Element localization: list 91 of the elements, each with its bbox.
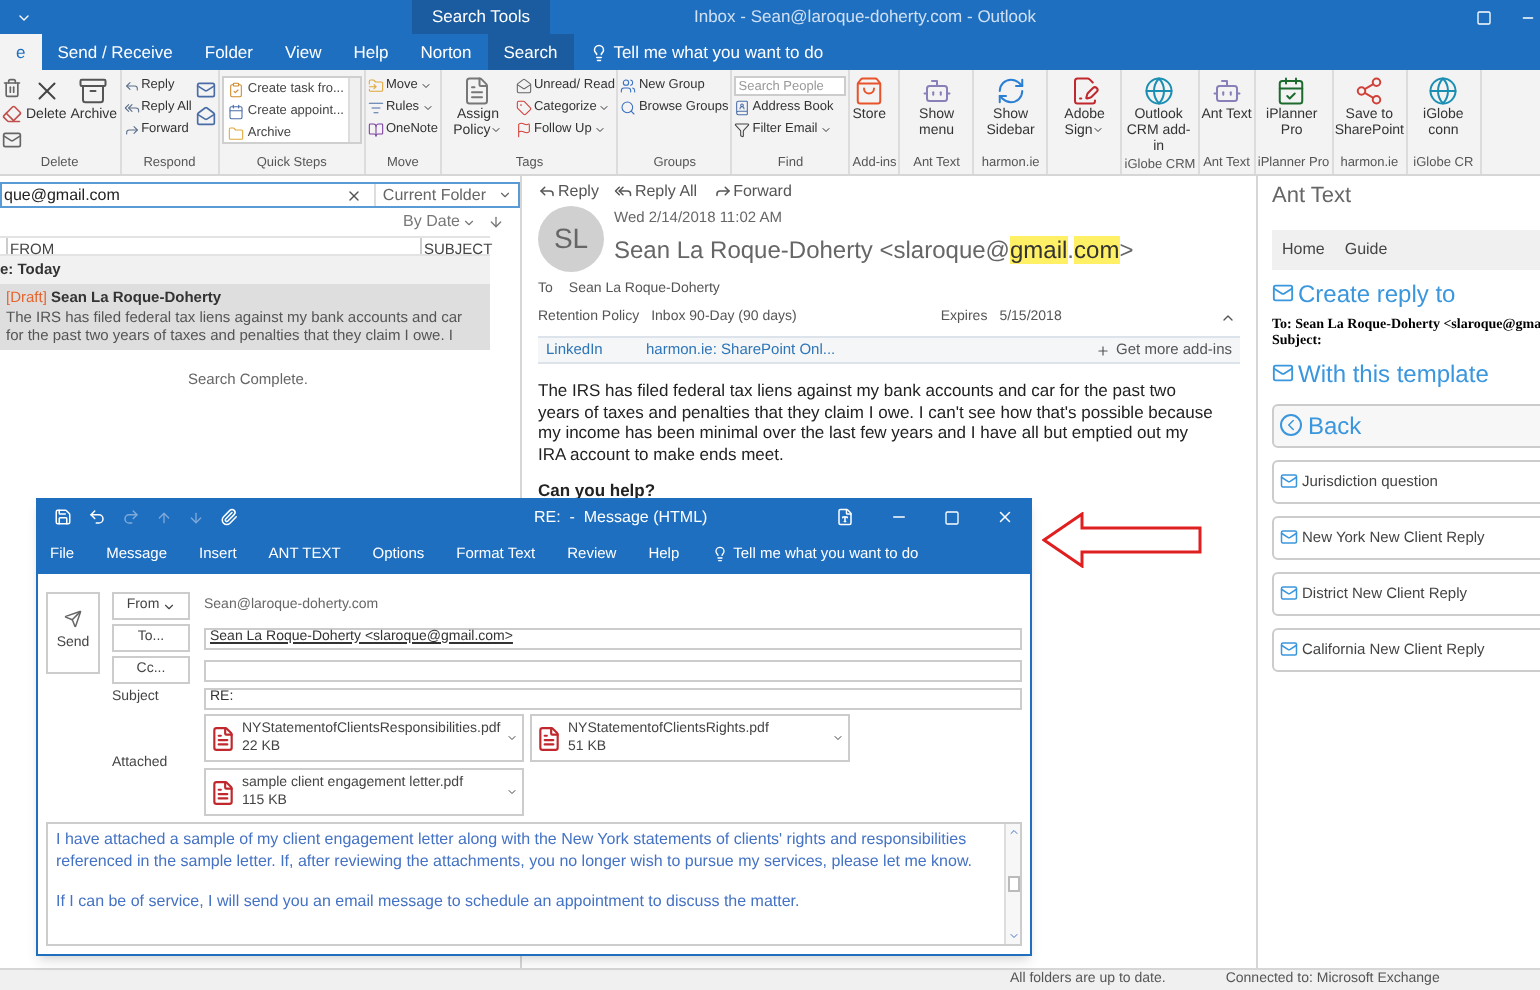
clean-up-icon[interactable]: [2, 104, 22, 124]
lightbulb-icon: [711, 546, 728, 562]
restore-icon[interactable]: [1476, 9, 1492, 25]
ribbon-icon: [367, 78, 384, 94]
plus-icon: [1096, 343, 1111, 357]
caret-icon[interactable]: [506, 786, 518, 798]
redo-icon[interactable]: [122, 508, 140, 526]
pdf-icon: [536, 725, 562, 751]
ribbon-icon: [462, 76, 493, 106]
scroll-thumb[interactable]: [1007, 876, 1019, 892]
ribbon-icon: [123, 100, 140, 116]
ribbon-icon: [367, 100, 384, 116]
search-field[interactable]: que@gmail.com Current Folder: [0, 182, 520, 208]
sort-direction-icon[interactable]: [488, 214, 504, 230]
ribbon-icon: [854, 76, 885, 106]
nav-link[interactable]: Home: [1282, 237, 1325, 261]
compose-window-title: RE: - Message (HTML): [534, 505, 708, 529]
lightbulb-icon: [589, 43, 608, 61]
ribbon-icon: [123, 122, 140, 138]
caret-icon: [498, 188, 512, 202]
ribbon-tab[interactable]: Search: [487, 34, 574, 70]
ribbon-icon: [1276, 76, 1307, 106]
ribbon-icon: [227, 125, 244, 141]
search-scope-dropdown[interactable]: Current Folder: [374, 184, 518, 206]
context-tab-header: Search Tools: [412, 0, 550, 34]
nav-link[interactable]: Guide: [1344, 237, 1388, 261]
caret-icon: [161, 599, 176, 613]
ribbon-icon: [1143, 76, 1174, 106]
caret-icon[interactable]: [506, 732, 518, 744]
ribbon-icon: [620, 100, 637, 116]
reply-icon: [614, 182, 633, 200]
ribbon-icon: [227, 81, 244, 97]
mail-icon: [1280, 472, 1298, 490]
ribbon-icon: [515, 122, 532, 138]
undo-icon[interactable]: [88, 508, 106, 526]
sort-dropdown[interactable]: By Date: [403, 210, 476, 234]
reply-icon: [538, 182, 556, 200]
cc-field[interactable]: [204, 659, 1022, 681]
caret-icon[interactable]: [832, 732, 844, 744]
ribbon-icon: [921, 76, 952, 106]
ribbon-icon: [1069, 76, 1100, 106]
gallery-scrollbar: [347, 78, 360, 142]
ribbon-icon: [734, 100, 751, 116]
close-icon[interactable]: [996, 508, 1014, 526]
ribbon-icon: [227, 103, 244, 119]
mail-icon: [1280, 528, 1298, 546]
mail-icon: [1280, 640, 1298, 658]
message-paragraph: The IRS has filed federal tax liens against my bank accounts and car for the past two years of taxes and penalties that they claim I owe. I can't see how that's possible because my income has been minimal over the last few years and I have all but emptied out my IRA account to make ends meet.: [538, 380, 1215, 464]
reply-action[interactable]: Reply: [538, 179, 599, 203]
ribbon-tab[interactable]: Help: [337, 34, 405, 70]
caret-icon: [462, 215, 476, 229]
ribbon-tab[interactable]: Send / Receive: [41, 34, 189, 70]
ribbon-icon: [515, 78, 532, 94]
ribbon-icon: [995, 76, 1026, 106]
mail-icon: [1272, 282, 1294, 304]
pdf-icon: [210, 725, 236, 751]
ribbon-icon: [123, 78, 140, 94]
section-heading: Create reply to: [1272, 275, 1540, 311]
ribbon-icon: [1354, 76, 1385, 106]
ribbon-icon: [367, 122, 384, 138]
mail-icon: [1280, 584, 1298, 602]
message-paragraph: Can you help?: [538, 480, 658, 501]
ribbon-icon: [515, 100, 532, 116]
pdf-icon: [210, 779, 236, 805]
ribbon-tab[interactable]: View: [268, 34, 338, 70]
sender-name: Sean La Roque-Doherty <slaroque@gmail.com>: [614, 234, 1134, 269]
ribbon-tab[interactable]: e: [0, 34, 42, 70]
ribbon-tab[interactable]: Folder: [188, 34, 269, 70]
message-body-field[interactable]: I have attached a sample of my client engagement letter along with the New York statements of clients' rights and responsibilities referenced in the sample letter. If, after reviewing the attachments, you no longer wish to pursue my services, please let me know. If I can be of service, I will send you an email message to schedule an appointment to discuss the matter.: [46, 822, 1022, 946]
window-title: Inbox - Sean@laroque-doherty.com - Outlook: [693, 4, 1036, 30]
section-heading: With this template: [1272, 355, 1540, 391]
pane-title: Ant Text: [1272, 182, 1354, 212]
maximize-icon[interactable]: [944, 509, 960, 525]
ribbon-icon: [734, 122, 751, 138]
tell-me-field[interactable]: Tell me what you want to do: [573, 34, 840, 70]
ribbon-tab[interactable]: Norton: [404, 34, 488, 70]
ribbon-icon: [1428, 76, 1459, 106]
ribbon-icon: [78, 76, 109, 106]
mail-icon: [1272, 362, 1294, 384]
reply-icon: [713, 182, 732, 200]
clear-search-icon[interactable]: [346, 187, 363, 203]
save-icon[interactable]: [54, 508, 72, 526]
reply-action[interactable]: Reply All: [614, 179, 698, 203]
avatar: SL: [538, 206, 604, 272]
send-icon: [64, 610, 82, 629]
reply-action[interactable]: Forward: [713, 179, 792, 203]
down-icon[interactable]: [188, 509, 204, 525]
up-icon[interactable]: [156, 509, 172, 525]
ribbon-icon: [620, 78, 637, 94]
back-icon: [1280, 414, 1302, 436]
ribbon-icon: [1211, 76, 1242, 106]
